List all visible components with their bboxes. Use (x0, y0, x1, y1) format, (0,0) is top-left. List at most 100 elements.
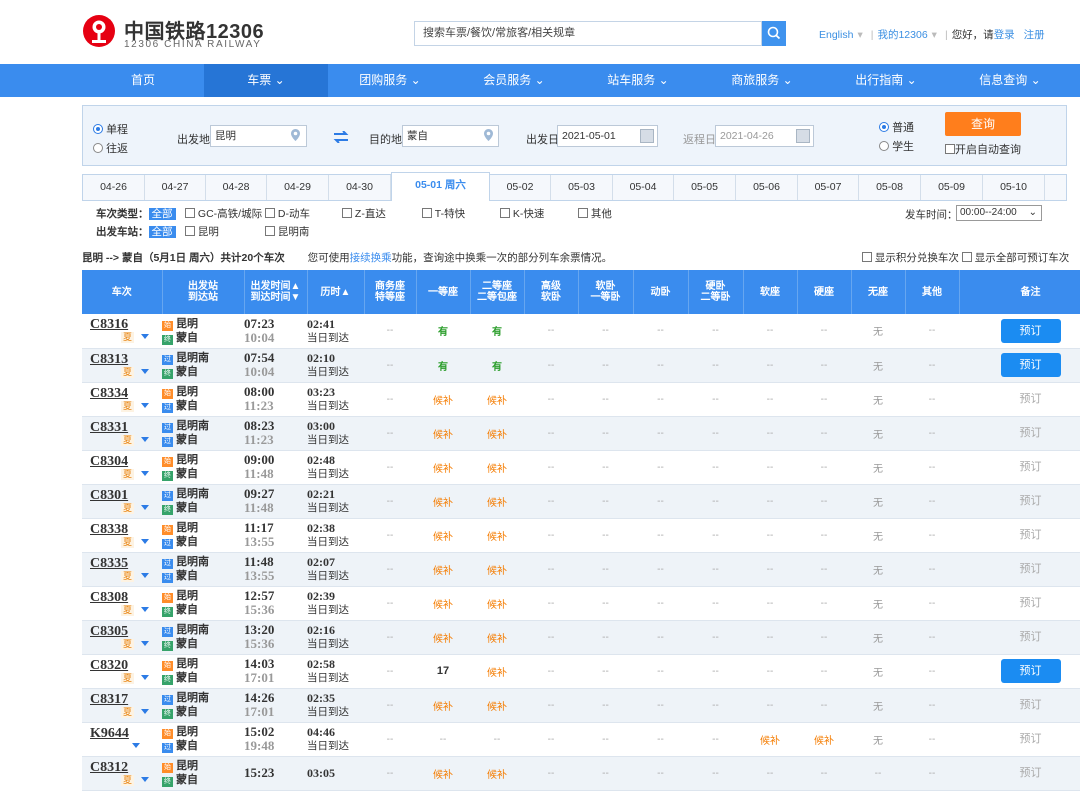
type-all-tag[interactable]: 全部 (148, 208, 176, 220)
my12306-link[interactable]: 我的12306 (877, 29, 927, 41)
chevron-down-icon[interactable] (141, 708, 150, 714)
date-tab[interactable]: 05-10 (983, 175, 1045, 200)
seat-cell[interactable]: 候补 (470, 518, 524, 553)
chevron-down-icon[interactable] (132, 742, 140, 748)
chevron-down-icon[interactable] (141, 334, 150, 340)
date-tab[interactable]: 04-27 (145, 175, 206, 200)
student-radio[interactable]: 学生 (879, 138, 914, 154)
column-header[interactable]: 出发时间▲ 到达时间▼ (244, 270, 308, 314)
transfer-link[interactable]: 接续换乘 (350, 252, 392, 264)
seat-cell[interactable]: 候补 (470, 586, 524, 621)
chevron-down-icon[interactable] (141, 606, 150, 612)
seat-cell[interactable]: 候补 (416, 756, 470, 791)
nav-info[interactable]: 信息查询 ⌄ (948, 64, 1072, 97)
date-tab[interactable]: 05-06 (736, 175, 798, 200)
seat-cell[interactable]: 候补 (416, 552, 470, 587)
nav-home[interactable]: 首页 (82, 64, 204, 97)
chevron-down-icon[interactable] (141, 538, 150, 544)
seat-cell[interactable]: 候补 (416, 450, 470, 485)
train-number-link[interactable]: C8320 (90, 658, 162, 673)
seat-cell[interactable]: 候补 (470, 552, 524, 587)
column-header[interactable]: 出发站 到达站 (162, 270, 245, 314)
chevron-down-icon[interactable] (141, 402, 150, 408)
seat-cell[interactable]: 候补 (470, 484, 524, 519)
type-option[interactable]: K-快速 (500, 206, 544, 221)
chevron-down-icon[interactable] (141, 436, 150, 442)
type-option[interactable]: Z-直达 (342, 206, 386, 221)
date-tab[interactable]: 04-29 (267, 175, 329, 200)
seat-cell[interactable]: 候补 (416, 382, 470, 417)
type-option[interactable]: D-动车 (265, 206, 310, 221)
train-number-link[interactable]: K9644 (90, 726, 162, 741)
train-number-link[interactable]: C8308 (90, 590, 162, 605)
seat-cell[interactable]: 候补 (470, 382, 524, 417)
query-button[interactable]: 查询 (945, 112, 1021, 136)
book-button[interactable]: 预订 (1000, 353, 1061, 377)
nav-tickets[interactable]: 车票 ⌄ (204, 64, 328, 97)
date-tab[interactable]: 04-26 (83, 175, 145, 200)
show-points-checkbox[interactable]: 显示积分兑换车次 (862, 252, 959, 264)
swap-icon[interactable] (333, 131, 349, 143)
seat-cell[interactable]: 候补 (416, 586, 470, 621)
train-number-link[interactable]: C8305 (90, 624, 162, 639)
date-tab[interactable]: 05-05 (674, 175, 736, 200)
chevron-down-icon[interactable] (141, 368, 150, 374)
seat-cell[interactable]: 候补 (416, 484, 470, 519)
normal-radio[interactable]: 普通 (879, 119, 914, 135)
chevron-down-icon[interactable] (141, 470, 150, 476)
nav-station[interactable]: 站车服务 ⌄ (576, 64, 700, 97)
type-option[interactable]: T-特快 (422, 206, 465, 221)
seat-cell[interactable]: 候补 (470, 620, 524, 655)
type-option[interactable]: 其他 (578, 206, 612, 221)
language-link[interactable]: English (819, 29, 853, 41)
seat-cell[interactable]: 有 (470, 348, 524, 383)
seat-cell[interactable]: 有 (416, 348, 470, 383)
date-tab[interactable]: 05-09 (921, 175, 983, 200)
seat-cell[interactable]: 候补 (470, 450, 524, 485)
date-tab[interactable]: 05-08 (859, 175, 921, 200)
station-all-tag[interactable]: 全部 (148, 226, 176, 238)
date-tab[interactable]: 05-02 (490, 175, 551, 200)
site-search-input[interactable]: 搜索车票/餐饮/常旅客/相关规章 (414, 21, 762, 46)
date-tab[interactable]: 04-30 (329, 175, 391, 200)
train-number-link[interactable]: C8312 (90, 760, 162, 775)
seat-cell[interactable]: 候补 (797, 722, 851, 757)
roundtrip-radio[interactable]: 往返 (93, 140, 128, 156)
station-option[interactable]: 昆明南 (265, 224, 309, 239)
seat-cell[interactable]: 有 (470, 314, 524, 349)
date-tab[interactable]: 05-01 周六 (391, 172, 490, 201)
book-button[interactable]: 预订 (1000, 318, 1061, 343)
train-number-link[interactable]: C8335 (90, 556, 162, 571)
seat-cell[interactable]: 候补 (470, 756, 524, 791)
chevron-down-icon[interactable] (141, 640, 150, 646)
oneway-radio[interactable]: 单程 (93, 121, 128, 137)
seat-cell[interactable]: 候补 (743, 722, 797, 757)
station-option[interactable]: 昆明 (185, 224, 219, 239)
train-number-link[interactable]: C8338 (90, 522, 162, 537)
seat-cell[interactable]: 候补 (416, 688, 470, 723)
train-number-link[interactable]: C8316 (90, 318, 162, 332)
book-button[interactable]: 预订 (1000, 659, 1061, 683)
train-number-link[interactable]: C8304 (90, 454, 162, 469)
seat-cell[interactable]: 候补 (416, 518, 470, 553)
train-number-link[interactable]: C8313 (90, 352, 162, 367)
date-tab[interactable]: 05-04 (613, 175, 674, 200)
nav-guide[interactable]: 出行指南 ⌄ (824, 64, 948, 97)
chevron-down-icon[interactable] (141, 674, 150, 680)
seat-cell[interactable]: 候补 (416, 620, 470, 655)
column-header[interactable]: 车次 (82, 270, 163, 314)
show-all-checkbox[interactable]: 显示全部可预订车次 (961, 252, 1069, 264)
seat-cell[interactable]: 候补 (470, 688, 524, 723)
date-tab[interactable]: 04-28 (206, 175, 267, 200)
train-number-link[interactable]: C8334 (90, 386, 162, 401)
date-tab[interactable]: 05-07 (798, 175, 859, 200)
seat-cell[interactable]: 候补 (416, 416, 470, 451)
chevron-down-icon[interactable] (141, 776, 150, 782)
chevron-down-icon[interactable] (141, 504, 150, 510)
nav-business[interactable]: 商旅服务 ⌄ (700, 64, 824, 97)
calendar-icon[interactable] (796, 129, 810, 143)
train-number-link[interactable]: C8331 (90, 420, 162, 435)
date-tab[interactable]: 05-03 (551, 175, 613, 200)
seat-cell[interactable]: 17 (416, 654, 470, 689)
login-link[interactable]: 登录 (994, 29, 1015, 41)
